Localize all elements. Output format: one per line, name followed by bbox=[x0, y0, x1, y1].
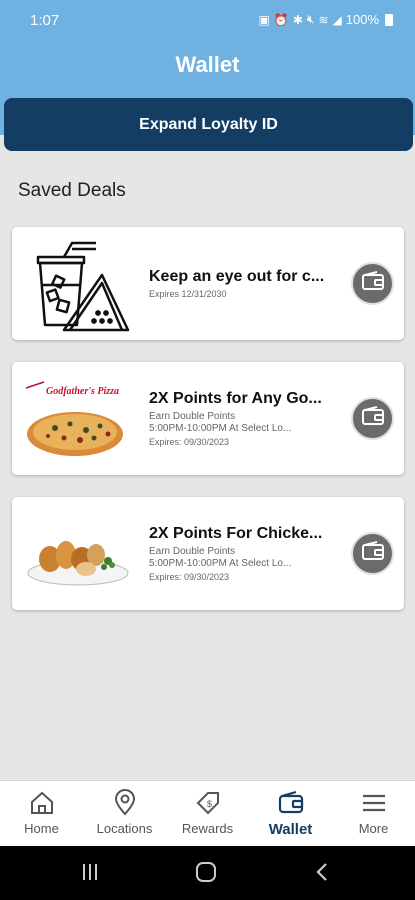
nav-label: Rewards bbox=[181, 821, 234, 836]
deal-card[interactable]: Godfather's Pizza 2X Points for Any Go..… bbox=[12, 362, 404, 475]
bluetooth-icon: ✱ bbox=[292, 12, 303, 27]
system-nav-bar bbox=[0, 846, 415, 900]
chicken-platter-photo bbox=[20, 505, 140, 602]
deal-description: 5:00PM-10:00PM At Select Lo... bbox=[149, 423, 292, 434]
deal-description: Earn Double Points bbox=[149, 411, 236, 422]
wallet-icon bbox=[277, 789, 305, 817]
signal-icon: ◢ bbox=[332, 12, 342, 27]
nav-label: Home bbox=[24, 821, 59, 836]
section-title: Saved Deals bbox=[18, 180, 126, 201]
nav-label: Locations bbox=[96, 821, 153, 836]
expand-loyalty-id-button[interactable]: Expand Loyalty ID bbox=[4, 98, 413, 151]
deal-expires: Expires: 09/30/2023 bbox=[149, 572, 230, 582]
rewards-tag-icon: $ bbox=[194, 789, 222, 817]
nav-more[interactable]: More bbox=[332, 781, 415, 846]
wallet-icon bbox=[361, 271, 385, 296]
deal-expires: Expires: 09/30/2023 bbox=[149, 437, 230, 447]
battery-percent: 100% bbox=[345, 12, 379, 27]
wallet-icon bbox=[361, 406, 385, 431]
alarm-icon: ⏰ bbox=[273, 12, 289, 27]
deal-text: Keep an eye out for c... Expires 12/31/2… bbox=[149, 227, 339, 340]
deal-card[interactable]: Keep an eye out for c... Expires 12/31/2… bbox=[12, 227, 404, 340]
remove-from-wallet-button[interactable] bbox=[351, 532, 394, 575]
page-title: Wallet bbox=[175, 52, 240, 77]
deal-expires: Expires 12/31/2030 bbox=[149, 289, 227, 299]
remove-from-wallet-button[interactable] bbox=[351, 397, 394, 440]
back-icon[interactable] bbox=[314, 861, 330, 888]
nav-home[interactable]: Home bbox=[0, 781, 83, 846]
battery-icon bbox=[385, 13, 393, 26]
deal-description: 5:00PM-10:00PM At Select Lo... bbox=[149, 558, 292, 569]
mute-icon: 🔇︎ bbox=[306, 12, 315, 26]
drink-and-pizza-slice-icon bbox=[20, 235, 140, 332]
notification-icon: ▣ bbox=[258, 12, 270, 27]
recent-apps-icon[interactable] bbox=[80, 861, 100, 888]
deal-title: 2X Points for Any Go... bbox=[149, 390, 322, 407]
brand-logo-text: Godfather's Pizza bbox=[46, 386, 119, 397]
deal-card[interactable]: 2X Points For Chicke... Earn Double Poin… bbox=[12, 497, 404, 610]
nav-label: More bbox=[358, 821, 389, 836]
menu-icon bbox=[360, 789, 388, 817]
status-icons: ▣ ⏰ ✱ 🔇︎ ≋ ◢ 100% bbox=[259, 12, 393, 27]
deal-title: 2X Points For Chicke... bbox=[149, 525, 323, 542]
svg-text:$: $ bbox=[207, 799, 212, 809]
deal-title: Keep an eye out for c... bbox=[149, 268, 325, 285]
godfathers-pizza-photo: Godfather's Pizza bbox=[20, 370, 140, 467]
header: Wallet Expand Loyalty ID bbox=[0, 40, 415, 151]
status-time: 1:07 bbox=[30, 12, 60, 29]
wifi-icon: ≋ bbox=[318, 12, 329, 27]
nav-locations[interactable]: Locations bbox=[83, 781, 166, 846]
wallet-icon bbox=[361, 541, 385, 566]
deal-text: 2X Points For Chicke... Earn Double Poin… bbox=[149, 497, 339, 610]
location-pin-icon bbox=[111, 789, 139, 817]
home-icon bbox=[28, 789, 56, 817]
deal-text: 2X Points for Any Go... Earn Double Poin… bbox=[149, 362, 339, 475]
nav-label: Wallet bbox=[268, 821, 313, 838]
nav-rewards[interactable]: $ Rewards bbox=[166, 781, 249, 846]
remove-from-wallet-button[interactable] bbox=[351, 262, 394, 305]
nav-wallet[interactable]: Wallet bbox=[249, 781, 332, 846]
home-button-icon[interactable] bbox=[194, 861, 218, 888]
status-bar: 1:07 ▣ ⏰ ✱ 🔇︎ ≋ ◢ 100% bbox=[0, 0, 415, 40]
bottom-nav: Home Locations $ Rewards Wallet More bbox=[0, 780, 415, 846]
deal-description: Earn Double Points bbox=[149, 546, 236, 557]
